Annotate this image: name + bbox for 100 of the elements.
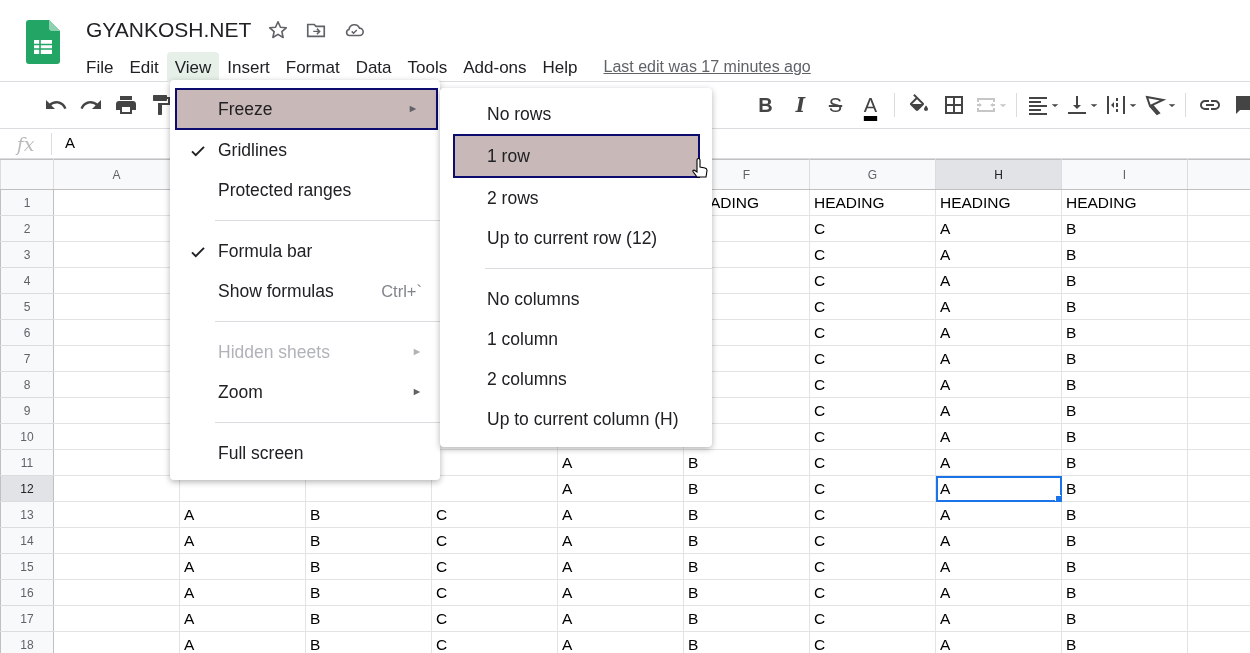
table-cell: C	[809, 423, 936, 450]
formula-value[interactable]: A	[52, 132, 75, 155]
row-header[interactable]: 2	[0, 215, 54, 242]
table-cell: C	[809, 293, 936, 320]
table-cell: A	[935, 345, 1062, 372]
table-cell: C	[809, 527, 936, 554]
table-cell: B	[305, 501, 432, 528]
menu-option[interactable]: Formula bar	[170, 231, 440, 271]
row-header[interactable]: 14	[0, 527, 54, 554]
table-cell: B	[1061, 423, 1188, 450]
table-cell: B	[305, 527, 432, 554]
row-header[interactable]: 16	[0, 579, 54, 606]
row-header[interactable]: 8	[0, 371, 54, 398]
table-cell: B	[1061, 397, 1188, 424]
table-cell: A	[935, 553, 1062, 580]
table-cell: A	[935, 293, 1062, 320]
italic-button[interactable]: I	[785, 95, 816, 115]
table-cell: A	[935, 501, 1062, 528]
menu-item[interactable]: File	[78, 51, 122, 83]
table-cell: C	[809, 319, 936, 346]
menu-item[interactable]: Insert	[219, 51, 278, 83]
table-cell: C	[809, 501, 936, 528]
row-header[interactable]: 9	[0, 397, 54, 424]
menu-option[interactable]: Full screen	[170, 433, 440, 473]
table-cell: A	[557, 501, 684, 528]
table-cell: C	[809, 579, 936, 606]
table-cell: B	[1061, 605, 1188, 632]
row-header[interactable]: 4	[0, 267, 54, 294]
table-cell: B	[1061, 345, 1188, 372]
table-cell: A	[935, 319, 1062, 346]
table-cell: A	[179, 579, 306, 606]
menu-item[interactable]: Tools	[399, 51, 456, 83]
last-edit-link[interactable]: Last edit was 17 minutes ago	[603, 55, 811, 80]
row-header[interactable]: 1	[0, 189, 54, 216]
row-header[interactable]: 13	[0, 501, 54, 528]
row-header[interactable]: 15	[0, 553, 54, 580]
table-cell: C	[809, 215, 936, 242]
table-cell: B	[1061, 449, 1188, 476]
table-cell: C	[809, 553, 936, 580]
table-cell: B	[1061, 553, 1188, 580]
sheets-logo[interactable]	[26, 20, 60, 64]
table-cell: B	[1061, 319, 1188, 346]
table-cell: A	[179, 527, 306, 554]
table-cell: A	[935, 423, 1062, 450]
table-cell: B	[683, 501, 810, 528]
row-header[interactable]: 7	[0, 345, 54, 372]
table-cell: C	[809, 267, 936, 294]
table-cell: A	[935, 241, 1062, 268]
strikethrough-button[interactable]: S	[820, 95, 851, 115]
menu-option[interactable]: Zoom	[170, 372, 440, 412]
row-header[interactable]: 5	[0, 293, 54, 320]
table-cell: C	[431, 527, 558, 554]
table-cell: B	[683, 553, 810, 580]
table-cell: HEADING	[1061, 189, 1188, 216]
row-header[interactable]: 10	[0, 423, 54, 450]
table-cell: C	[431, 579, 558, 606]
row-header[interactable]: 17	[0, 605, 54, 632]
table-cell: C	[809, 345, 936, 372]
row-header[interactable]: 18	[0, 631, 54, 653]
table-cell: A	[179, 501, 306, 528]
menu-option[interactable]: No columns	[440, 279, 712, 319]
table-cell: A	[557, 605, 684, 632]
menu-option[interactable]: 1 column	[440, 319, 712, 359]
table-cell: B	[683, 475, 810, 502]
text-color-button[interactable]: A	[855, 95, 886, 115]
row-header[interactable]: 6	[0, 319, 54, 346]
table-cell: C	[431, 605, 558, 632]
menu-item[interactable]: View	[166, 51, 220, 83]
menu-item[interactable]: Add-ons	[455, 51, 535, 83]
column-header[interactable]: H	[935, 159, 1062, 190]
row-header[interactable]: 3	[0, 241, 54, 268]
menu-item[interactable]: Edit	[121, 51, 167, 83]
table-cell: A	[557, 475, 684, 502]
menu-option[interactable]: Up to current column (H)	[440, 399, 712, 439]
table-cell: A	[557, 553, 684, 580]
menu-option[interactable]: Freeze	[175, 88, 438, 130]
table-cell: C	[809, 605, 936, 632]
table-cell: B	[1061, 215, 1188, 242]
menu-option[interactable]: Show formulas Ctrl+`	[170, 271, 440, 311]
menu-item[interactable]: Help	[534, 51, 586, 83]
document-title[interactable]: GYANKOSH.NET	[86, 14, 252, 46]
menu-option[interactable]: Up to current row (12)	[440, 218, 712, 258]
table-cell: B	[1061, 475, 1188, 502]
column-header[interactable]: I	[1061, 159, 1188, 190]
table-cell: A	[935, 527, 1062, 554]
table-cell: A	[179, 553, 306, 580]
row-header[interactable]: 12	[0, 475, 54, 502]
menu-option[interactable]: No rows	[440, 94, 712, 134]
column-header[interactable]: G	[809, 159, 936, 190]
print-icon[interactable]	[113, 93, 138, 117]
table-cell: B	[1061, 241, 1188, 268]
row-header[interactable]: 11	[0, 449, 54, 476]
menu-item[interactable]: Data	[347, 51, 400, 83]
menu-option[interactable]: 2 columns	[440, 359, 712, 399]
star-icon[interactable]	[267, 18, 290, 41]
menu-item[interactable]: Format	[277, 51, 348, 83]
table-cell: A	[935, 449, 1062, 476]
bold-button[interactable]: B	[750, 95, 781, 115]
fill-handle[interactable]	[1055, 495, 1061, 501]
table-cell: C	[431, 553, 558, 580]
